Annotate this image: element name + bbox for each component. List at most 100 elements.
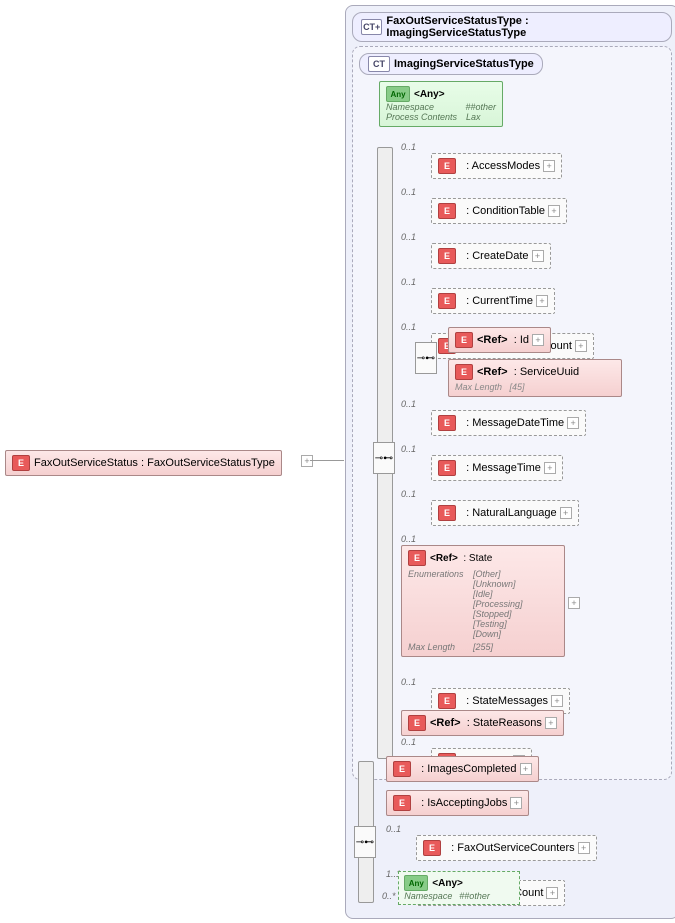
ref-type: : AccessModes <box>466 160 540 172</box>
ref-label: <Ref> <box>430 717 461 729</box>
cardinality-label: 0..1 <box>401 142 416 152</box>
ref-element: E : IsAcceptingJobs+ <box>386 790 529 816</box>
maxlen-val: [45] <box>510 382 525 392</box>
cardinality-label: 0..1 <box>401 399 416 409</box>
choice-connector: ⊸⊷ <box>354 826 376 858</box>
enum-value: [Down] <box>473 629 523 639</box>
ref-type: : Id <box>514 334 529 346</box>
any-title: <Any> <box>432 878 463 889</box>
ref-element: E : AccessModes+ <box>431 153 562 179</box>
ref-type: : MessageTime <box>466 462 541 474</box>
cardinality-label: 0..1 <box>401 737 416 747</box>
expand-icon[interactable]: + <box>510 797 522 809</box>
element-icon: E <box>438 415 456 431</box>
element-icon: E <box>438 248 456 264</box>
expand-icon[interactable]: + <box>545 717 557 729</box>
expand-icon[interactable]: + <box>536 295 548 307</box>
any-pc-key: Process Contents <box>386 112 466 122</box>
ref-state: E <Ref> : State Enumerations [Other][Unk… <box>401 545 565 657</box>
maxlen-key: Max Length <box>408 642 473 652</box>
expand-icon[interactable]: + <box>551 695 563 707</box>
ct-outer-label: FaxOutServiceStatusType : ImagingService… <box>386 15 663 39</box>
expand-icon[interactable]: + <box>548 205 560 217</box>
ref-type: : ConditionTable <box>466 205 545 217</box>
cardinality-label: 0..1 <box>401 534 416 544</box>
ct-inner-label: ImagingServiceStatusType <box>394 58 534 70</box>
element-icon: E <box>455 332 473 348</box>
cardinality-label: 0..1 <box>401 232 416 242</box>
expand-icon[interactable]: + <box>543 160 555 172</box>
expand-icon[interactable]: + <box>532 334 544 346</box>
expand-icon[interactable]: + <box>578 842 590 854</box>
any-title: <Any> <box>414 89 445 100</box>
ref-type: : ServiceUuid <box>514 366 579 378</box>
ref-label: <Ref> <box>477 334 508 346</box>
ct-inner-title: CT ImagingServiceStatusType <box>359 53 543 75</box>
expand-icon[interactable]: + <box>568 597 580 609</box>
ref-element: E : ConditionTable+ <box>431 198 567 224</box>
ref-type: : CurrentTime <box>466 295 533 307</box>
ref-type: : StateMessages <box>466 695 548 707</box>
ref-service-uuid: E <Ref> : ServiceUuid Max Length [45] <box>448 359 622 397</box>
enum-value: [Idle] <box>473 589 523 599</box>
ref-type: : FaxOutServiceCounters <box>451 842 575 854</box>
any-pc-val: Lax <box>466 112 481 122</box>
expand-icon[interactable]: + <box>567 417 579 429</box>
expand-icon[interactable]: + <box>546 887 558 899</box>
enum-value: [Processing] <box>473 599 523 609</box>
expand-icon[interactable]: + <box>544 462 556 474</box>
ref-element: E : ImagesCompleted+ <box>386 756 539 782</box>
cardinality-label: 0..1 <box>401 489 416 499</box>
any-ns-val: ##other <box>459 891 490 901</box>
any-ns-key: Namespace <box>386 102 465 112</box>
ref-type: : State <box>463 553 492 564</box>
choice-connector: ⊸⊷ <box>415 342 437 374</box>
ref-label: <Ref> <box>477 366 508 378</box>
enum-value: [Other] <box>473 569 523 579</box>
complex-type-inner: CT ImagingServiceStatusType Any <Any> Na… <box>352 46 672 780</box>
element-icon: E <box>438 460 456 476</box>
ref-label: <Ref> <box>430 553 458 564</box>
ref-element: E : MessageDateTime+ <box>431 410 586 436</box>
ref-type: : CreateDate <box>466 250 528 262</box>
expand-icon[interactable]: + <box>301 455 313 467</box>
expand-icon[interactable]: + <box>560 507 572 519</box>
element-icon: E <box>423 840 441 856</box>
ref-id: E <Ref> : Id + <box>448 327 551 353</box>
ref-element: E : FaxOutServiceCounters+ <box>416 835 597 861</box>
element-icon: E <box>408 550 426 566</box>
cardinality-label: 0..1 <box>401 277 416 287</box>
maxlen-key: Max Length <box>455 382 502 392</box>
any-wildcard-bottom: Any <Any> Namespace ##other <box>398 871 520 905</box>
enum-value: [Stopped] <box>473 609 523 619</box>
element-icon: E <box>455 364 473 380</box>
any-ns-val: ##other <box>465 102 496 112</box>
element-icon: E <box>393 795 411 811</box>
element-icon: E <box>438 293 456 309</box>
ref-element: E : CurrentTime+ <box>431 288 555 314</box>
element-icon: E <box>12 455 30 471</box>
cardinality-label: 0..1 <box>401 677 416 687</box>
cardinality-label: 0..1 <box>401 187 416 197</box>
cardinality-label: 0..1 <box>386 824 401 834</box>
element-icon: E <box>438 203 456 219</box>
ct-icon: CT <box>368 56 390 72</box>
any-icon: Any <box>386 86 410 102</box>
any-wildcard-top: Any <Any> Namespace##other Process Conte… <box>379 81 503 127</box>
root-element: E FaxOutServiceStatus : FaxOutServiceSta… <box>5 450 282 476</box>
enum-value: [Unknown] <box>473 579 523 589</box>
enum-value: [Testing] <box>473 619 523 629</box>
expand-icon[interactable]: + <box>532 250 544 262</box>
complex-type-outer: CT + FaxOutServiceStatusType : ImagingSer… <box>345 5 675 919</box>
element-icon: E <box>438 505 456 521</box>
root-element-label: FaxOutServiceStatus : FaxOutServiceStatu… <box>34 457 275 469</box>
element-icon: E <box>438 158 456 174</box>
element-icon: E <box>393 761 411 777</box>
ref-element: E : CreateDate + <box>431 243 551 269</box>
cardinality-label: 0..* <box>382 891 396 901</box>
maxlen-val: [255] <box>473 642 493 652</box>
any-icon: Any <box>404 875 428 891</box>
expand-icon[interactable]: + <box>520 763 532 775</box>
cardinality-label: 0..1 <box>401 444 416 454</box>
element-icon: E <box>438 693 456 709</box>
